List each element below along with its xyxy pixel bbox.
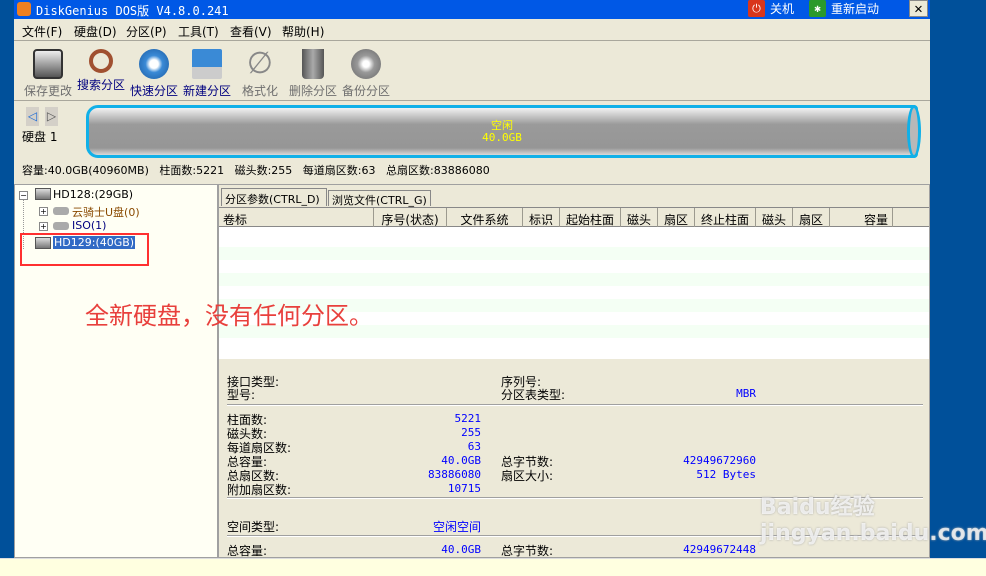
detail-label: 附加扇区数: <box>227 483 292 497</box>
title-bar: DiskGenius DOS版 V4.8.0.241 ⏻ 关机 ✱ 重新启动 ✕ <box>14 0 930 19</box>
disk-tree: − HD128:(29GB) + 云骑士U盘(0) + ISO(1) HD129… <box>14 184 218 558</box>
format-button[interactable]: ∅ 格式化 <box>234 49 286 99</box>
col-head[interactable]: 磁头 <box>621 208 658 227</box>
partition-table: 卷标 序号(状态) 文件系统 标识 起始柱面 磁头 扇区 终止柱面 磁头 扇区 … <box>219 207 929 359</box>
annotation-text: 全新硬盘，没有任何分区。 <box>85 302 373 330</box>
col-id[interactable]: 标识 <box>523 208 560 227</box>
tree-item-hd128[interactable]: HD128:(29GB) <box>53 188 133 201</box>
table-header: 卷标 序号(状态) 文件系统 标识 起始柱面 磁头 扇区 终止柱面 磁头 扇区 … <box>219 207 929 227</box>
hard-disk-icon <box>35 188 51 200</box>
menu-view[interactable]: 查看(V) <box>230 23 272 40</box>
disk-label: 硬盘 1 <box>22 130 58 144</box>
disk-bar-free-space[interactable]: 空闲 40.0GB <box>86 105 921 158</box>
tab-browse-files[interactable]: 浏览文件(CTRL_G) <box>328 190 431 207</box>
power-icon: ⏻ <box>748 0 765 17</box>
space-type: 空闲空间 <box>432 520 481 534</box>
detail-value: 40.0GB <box>441 454 481 467</box>
highlight-box <box>20 233 149 266</box>
quick-partition-icon <box>139 49 169 79</box>
detail-value: 42949672960 <box>683 454 756 467</box>
window-title: DiskGenius DOS版 V4.8.0.241 <box>36 4 229 18</box>
tab-partition-params[interactable]: 分区参数(CTRL_D) <box>221 188 327 206</box>
menu-tools[interactable]: 工具(T) <box>178 23 219 40</box>
expand-icon[interactable]: + <box>39 222 48 231</box>
detail-value: 83886080 <box>428 468 481 481</box>
col-sector[interactable]: 扇区 <box>658 208 695 227</box>
detail-value: 5221 <box>454 412 482 425</box>
diskgenius-window: DiskGenius DOS版 V4.8.0.241 ⏻ 关机 ✱ 重新启动 ✕… <box>14 0 930 576</box>
toolbar: 保存更改 搜索分区 快速分区 新建分区 ∅ 格式化 删除分区 备份分区 <box>14 43 930 101</box>
prev-disk-button[interactable]: ◁ <box>26 107 39 126</box>
status-bar <box>0 558 986 576</box>
detail-label: 扇区大小: <box>501 469 554 483</box>
format-icon: ∅ <box>246 46 274 81</box>
col-volume[interactable]: 卷标 <box>219 208 374 227</box>
new-partition-icon <box>192 49 222 79</box>
col-filesystem[interactable]: 文件系统 <box>447 208 523 227</box>
save-changes-button[interactable]: 保存更改 <box>22 49 74 99</box>
detail-value: 512 Bytes <box>696 468 756 481</box>
collapse-icon[interactable]: − <box>19 191 28 200</box>
usb-disk-icon <box>53 222 69 230</box>
app-logo-icon <box>17 2 31 16</box>
detail-value: 255 <box>461 426 481 439</box>
menu-help[interactable]: 帮助(H) <box>282 23 324 40</box>
trash-icon <box>302 49 324 79</box>
save-icon <box>33 49 63 79</box>
col-index[interactable]: 序号(状态) <box>374 208 447 227</box>
tree-item-usb[interactable]: 云骑士U盘(0) <box>72 204 140 220</box>
expand-icon[interactable]: + <box>39 207 48 216</box>
menu-file[interactable]: 文件(F) <box>22 23 62 40</box>
menu-partition[interactable]: 分区(P) <box>126 23 167 40</box>
delete-partition-button[interactable]: 删除分区 <box>287 49 339 99</box>
menu-bar: 文件(F) 硬盘(D) 分区(P) 工具(T) 查看(V) 帮助(H) <box>14 20 930 41</box>
partition-table-type: MBR <box>736 387 756 400</box>
col-end-cyl[interactable]: 终止柱面 <box>695 208 756 227</box>
search-icon <box>89 49 113 73</box>
usb-disk-icon <box>53 207 69 215</box>
next-disk-button[interactable]: ▷ <box>45 107 58 126</box>
restart-icon: ✱ <box>809 0 826 17</box>
detail-value: 63 <box>467 440 481 453</box>
col-head2[interactable]: 磁头 <box>756 208 793 227</box>
backup-icon <box>351 49 381 79</box>
tree-item-iso[interactable]: ISO(1) <box>72 219 106 232</box>
col-capacity[interactable]: 容量 <box>830 208 893 227</box>
detail-value: 10715 <box>447 482 481 495</box>
disk-info-line: 容量:40.0GB(40960MB) 柱面数:5221 磁头数:255 每道扇区… <box>22 164 490 177</box>
watermark: Baidu经验 jingyan.baidu.com <box>760 495 986 546</box>
search-partition-button[interactable]: 搜索分区 <box>75 49 127 93</box>
backup-partition-button[interactable]: 备份分区 <box>340 49 392 99</box>
close-button[interactable]: ✕ <box>909 0 928 17</box>
new-partition-button[interactable]: 新建分区 <box>181 49 233 99</box>
menu-disk[interactable]: 硬盘(D) <box>74 23 117 40</box>
col-start-cyl[interactable]: 起始柱面 <box>560 208 621 227</box>
quick-partition-button[interactable]: 快速分区 <box>128 49 180 99</box>
col-sector2[interactable]: 扇区 <box>793 208 830 227</box>
